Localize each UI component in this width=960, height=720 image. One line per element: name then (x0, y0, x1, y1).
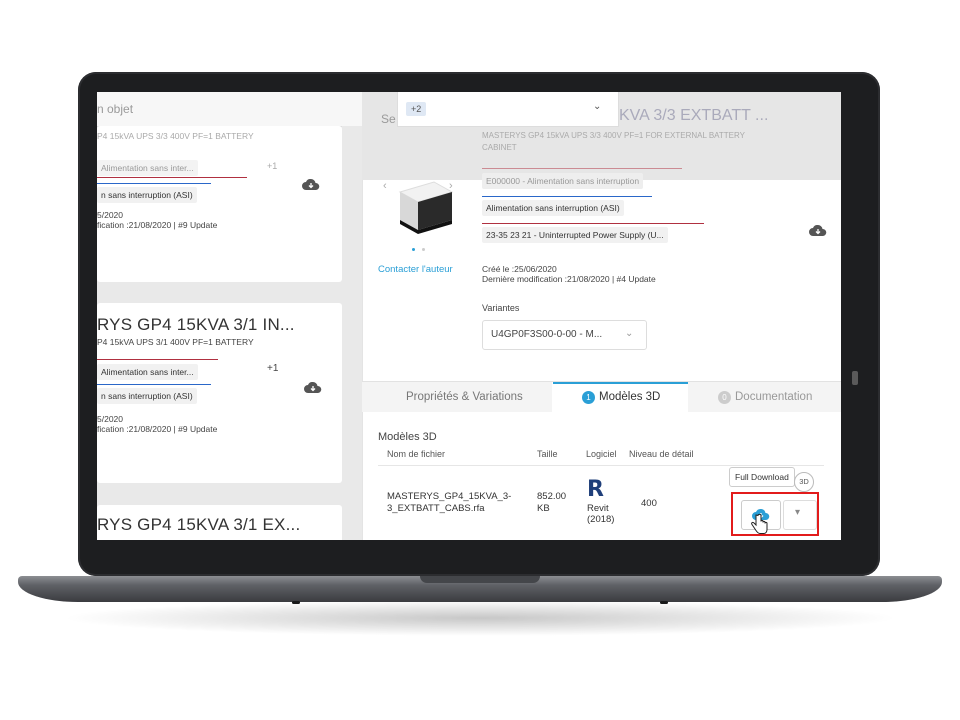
filter-chip[interactable]: +2 (406, 102, 427, 116)
col-size: Taille (537, 449, 558, 459)
chevron-left-icon[interactable]: ‹ (383, 180, 387, 192)
card-subtitle: P4 15kVA UPS 3/3 400V PF=1 BATTERY (97, 131, 254, 141)
tab-3d-models-label: Modèles 3D (599, 391, 661, 403)
variants-label: Variantes (482, 303, 520, 313)
tag-underline (482, 168, 682, 169)
carousel-dot[interactable] (412, 248, 415, 251)
classification-tag: n sans interruption (ASI) (97, 187, 197, 203)
tag-underline (97, 384, 211, 385)
view-3d-icon[interactable]: 3D (794, 472, 814, 492)
laptop-notch (420, 576, 540, 583)
chevron-right-icon[interactable]: › (449, 180, 453, 192)
result-card[interactable]: P4 15kVA UPS 3/3 400V PF=1 BATTERY Alime… (97, 126, 342, 282)
chevron-down-icon[interactable]: ⌄ (593, 101, 601, 112)
tab-properties[interactable]: Propriétés & Variations (362, 382, 552, 412)
tab-documentation[interactable]: 0 Documentation (688, 382, 841, 412)
software-label: Revit (2018) (587, 503, 615, 525)
col-software: Logiciel (586, 449, 617, 459)
laptop-screen: n objet P4 15kVA UPS 3/3 400V PF=1 BATTE… (97, 92, 841, 540)
tab-properties-label: Propriétés & Variations (406, 391, 523, 403)
download-cloud-icon[interactable] (302, 178, 320, 196)
tag-underline (97, 183, 211, 184)
modified-date: Dernière modification :21/08/2020 | #4 U… (482, 274, 656, 284)
tab-3d-models[interactable]: 1 Modèles 3D (553, 382, 688, 412)
classification-tag: n sans interruption (ASI) (97, 388, 197, 404)
tag-underline (482, 196, 652, 197)
models-heading: Modèles 3D (378, 431, 437, 443)
col-lod: Niveau de détail (629, 449, 694, 459)
tab-badge: 1 (582, 391, 595, 404)
download-tooltip: Full Download (729, 467, 795, 487)
col-filename: Nom de fichier (387, 449, 446, 459)
created-date: 5/2020 (97, 210, 123, 220)
uniclass-tag: 23-35 23 21 - Uninterrupted Power Supply… (482, 227, 668, 243)
created-date: Créé le :25/06/2020 (482, 264, 557, 274)
download-cloud-icon[interactable] (304, 381, 322, 399)
hand-cursor-icon (751, 513, 769, 540)
scrollbar-thumb[interactable] (852, 371, 858, 385)
search-hint: Se (381, 112, 396, 126)
tag-underline (97, 177, 247, 178)
result-card[interactable]: RYS GP4 15KVA 3/1 EX... (97, 505, 342, 540)
created-date: 5/2020 (97, 414, 123, 424)
product-subtitle: MASTERYS GP4 15kVA UPS 3/3 400V PF=1 FOR… (482, 131, 745, 152)
download-cloud-icon[interactable] (809, 224, 827, 242)
variant-select[interactable]: U4GP0F3S00-0-00 - M... ⌄ (482, 320, 647, 350)
category-tag: Alimentation sans inter... (97, 160, 198, 176)
modified-date: fication :21/08/2020 | #9 Update (97, 220, 218, 230)
card-title: RYS GP4 15KVA 3/1 IN... (97, 315, 295, 334)
file-name: MASTERYS_GP4_15KVA_3-3_EXTBATT_CABS.rfa (387, 491, 512, 514)
download-options-button[interactable]: ▾ (783, 500, 817, 530)
detail-level: 400 (641, 498, 657, 509)
laptop-foot (292, 601, 300, 604)
code-tag: E000000 - Alimentation sans interruption (482, 173, 644, 189)
table-divider (378, 465, 824, 466)
classification-tag: Alimentation sans interruption (ASI) (482, 200, 624, 216)
variant-value: U4GP0F3S00-0-00 - M... (491, 329, 603, 340)
card-gutter (342, 126, 362, 282)
contact-author-link[interactable]: Contacter l'auteur (378, 264, 453, 275)
tag-underline (97, 359, 218, 360)
tag-count: +1 (267, 161, 278, 171)
laptop-shadow (60, 600, 900, 636)
tab-badge: 0 (718, 391, 731, 404)
search-bar[interactable]: n objet (97, 92, 379, 127)
carousel-dot[interactable] (422, 248, 425, 251)
caret-down-icon[interactable]: ▾ (795, 507, 800, 518)
file-size: 852.00 KB (537, 491, 567, 514)
card-title: RYS GP4 15KVA 3/1 EX... (97, 515, 301, 534)
revit-icon: R (587, 477, 604, 502)
product-image[interactable] (382, 164, 462, 236)
category-tag: Alimentation sans inter... (97, 364, 198, 380)
tag-underline (482, 223, 704, 224)
tab-documentation-label: Documentation (735, 391, 813, 403)
filter-select[interactable]: +2 ⌄ (397, 92, 619, 127)
product-title: KVA 3/3 EXTBATT ... (619, 107, 769, 124)
laptop-foot (660, 601, 668, 604)
tag-count: +1 (267, 363, 279, 374)
card-subtitle: P4 15kVA UPS 3/1 400V PF=1 BATTERY (97, 337, 254, 347)
chevron-down-icon[interactable]: ⌄ (625, 328, 633, 339)
modified-date: fication :21/08/2020 | #9 Update (97, 424, 218, 434)
search-input[interactable]: n objet (97, 102, 133, 116)
